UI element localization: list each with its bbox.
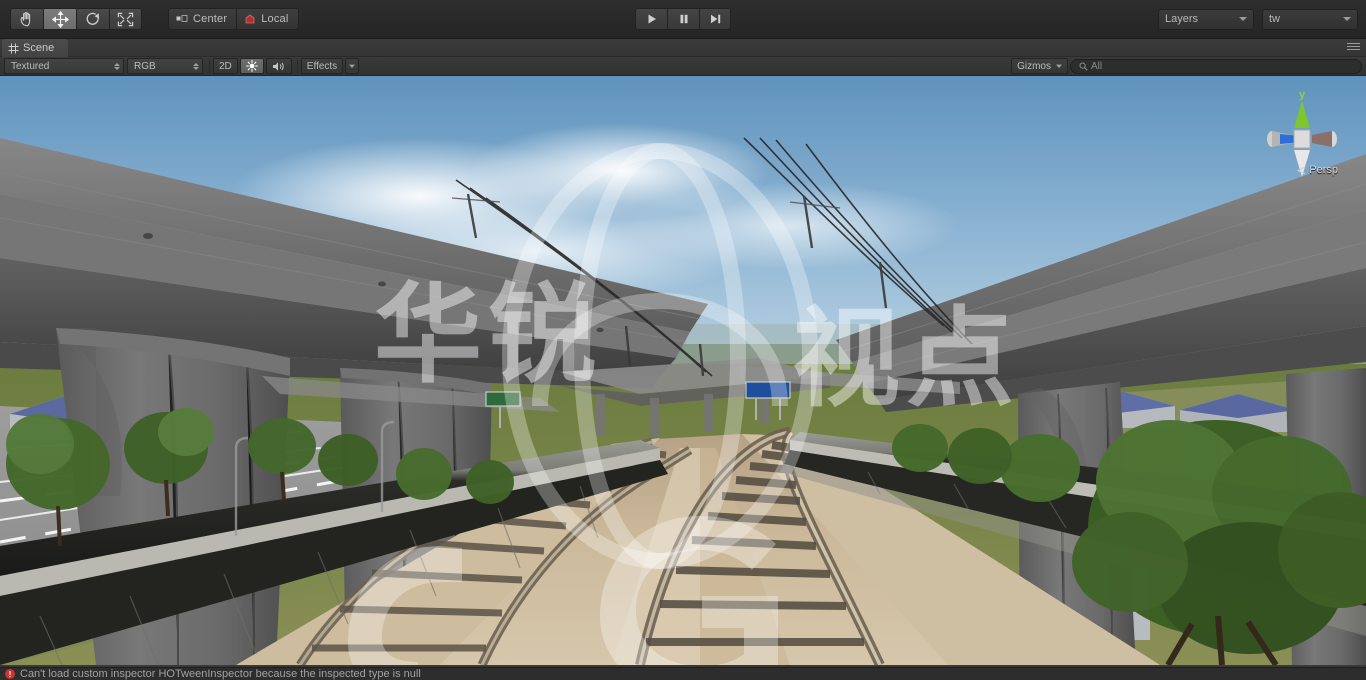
pause-icon (678, 13, 690, 25)
sun-icon (246, 60, 258, 72)
render-mode-label: RGB (134, 61, 156, 72)
toggle-lighting-button[interactable] (240, 58, 264, 74)
tab-scene-label: Scene (23, 42, 54, 54)
scene-panel: Scene Textured RGB 2D (0, 39, 1366, 667)
speaker-icon (272, 61, 286, 72)
pivot-group: Center Local (168, 8, 299, 30)
pivot-mode-button[interactable]: Center (168, 8, 236, 30)
divider (297, 60, 298, 73)
center-pivot-icon (176, 14, 188, 24)
effects-dropdown[interactable]: Effects (301, 58, 343, 74)
tab-scene[interactable]: Scene (2, 39, 68, 57)
updown-icon (114, 63, 120, 70)
play-button[interactable] (635, 8, 667, 30)
unity-editor-window: Center Local (0, 0, 1366, 680)
pause-button[interactable] (667, 8, 699, 30)
effects-caret-button[interactable] (345, 58, 359, 74)
move-tool[interactable] (43, 8, 76, 30)
gizmos-label: Gizmos (1017, 61, 1051, 72)
scene-render (0, 76, 1366, 665)
lock-icon (1297, 166, 1306, 175)
divider (209, 60, 210, 73)
layout-dropdown-label: tw (1269, 13, 1280, 25)
scene-viewport[interactable]: 华锐 视点 y (0, 76, 1366, 665)
pivot-mode-label: Center (193, 13, 227, 25)
toolbar-right-group: Layers tw (1158, 9, 1358, 30)
transform-tools-group (10, 8, 142, 30)
render-mode-dropdown[interactable]: RGB (127, 58, 203, 74)
scene-toolbar-right: Gizmos All (1011, 58, 1362, 74)
chevron-down-icon (1056, 63, 1062, 69)
gizmos-dropdown[interactable]: Gizmos (1011, 58, 1068, 74)
play-icon (646, 13, 658, 25)
effects-label: Effects (307, 61, 337, 72)
hand-tool[interactable] (10, 8, 43, 30)
main-toolbar: Center Local (0, 0, 1366, 39)
scene-search-input[interactable]: All (1070, 59, 1362, 74)
panel-options-icon[interactable] (1347, 43, 1360, 52)
search-icon (1079, 62, 1088, 71)
pivot-rotation-button[interactable]: Local (236, 8, 298, 30)
chevron-down-icon (349, 63, 355, 69)
chevron-down-icon (1343, 17, 1351, 21)
camera-projection-text: Persp (1309, 164, 1338, 176)
status-message: Can't load custom inspector HOTweenInspe… (20, 668, 421, 680)
local-rotation-icon (244, 14, 256, 25)
playback-controls (635, 8, 731, 30)
updown-icon (193, 63, 199, 70)
scene-grid-icon (8, 43, 19, 54)
toggle-2d-button[interactable]: 2D (213, 58, 238, 74)
layers-dropdown-label: Layers (1165, 13, 1198, 25)
scene-search-placeholder: All (1091, 61, 1102, 72)
rotate-tool[interactable] (76, 8, 109, 30)
pivot-rotation-label: Local (261, 13, 288, 25)
status-bar[interactable]: ! Can't load custom inspector HOTweenIns… (0, 667, 1366, 680)
toggle-2d-label: 2D (219, 61, 232, 72)
scene-view-toolbar: Textured RGB 2D (0, 57, 1366, 76)
camera-projection-label[interactable]: Persp (1297, 164, 1338, 176)
error-icon: ! (5, 669, 15, 679)
chevron-down-icon (1239, 17, 1247, 21)
axis-y-label: y (1299, 89, 1306, 101)
layers-dropdown[interactable]: Layers (1158, 9, 1254, 30)
step-forward-icon (709, 13, 722, 25)
step-button[interactable] (699, 8, 731, 30)
layout-dropdown[interactable]: tw (1262, 9, 1358, 30)
panel-tab-row: Scene (0, 39, 1366, 57)
draw-mode-dropdown[interactable]: Textured (4, 58, 124, 74)
scale-tool[interactable] (109, 8, 142, 30)
draw-mode-label: Textured (11, 61, 49, 72)
toggle-audio-button[interactable] (266, 58, 292, 74)
